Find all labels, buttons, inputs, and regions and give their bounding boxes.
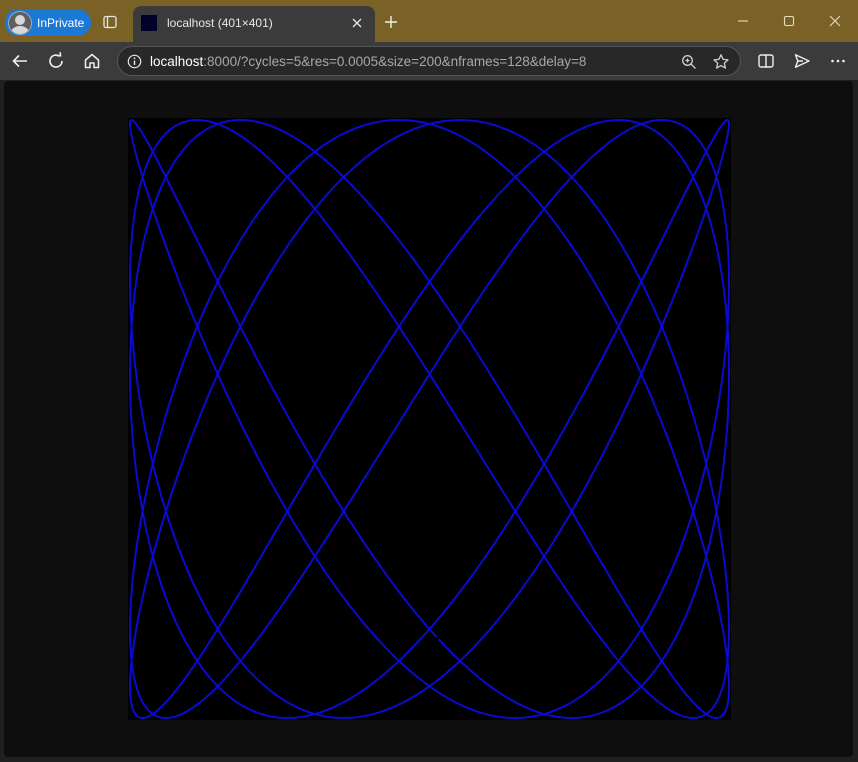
tab-close-icon[interactable] bbox=[349, 15, 365, 31]
inprivate-badge[interactable]: InPrivate bbox=[5, 9, 91, 36]
maximize-icon[interactable] bbox=[778, 10, 800, 32]
lissajous-curve bbox=[129, 119, 730, 719]
inprivate-label: InPrivate bbox=[37, 15, 85, 30]
lissajous-curve-svg bbox=[129, 119, 730, 719]
profile-avatar-icon bbox=[8, 10, 32, 35]
close-icon[interactable] bbox=[824, 10, 846, 32]
minimize-icon[interactable] bbox=[732, 10, 754, 32]
browser-window: InPrivate localhost (401×401) localhost:… bbox=[0, 0, 858, 762]
tab-actions-icon[interactable] bbox=[100, 12, 120, 32]
url-text: localhost:8000/?cycles=5&res=0.0005&size… bbox=[150, 54, 586, 69]
back-arrow-icon[interactable] bbox=[9, 50, 31, 72]
split-screen-icon[interactable] bbox=[755, 50, 777, 72]
url-host: localhost bbox=[150, 54, 204, 69]
tab-title: localhost (401×401) bbox=[167, 16, 273, 30]
tab-favicon bbox=[141, 15, 157, 31]
navigation-toolbar: localhost:8000/?cycles=5&res=0.0005&size… bbox=[0, 42, 858, 80]
lissajous-image bbox=[128, 118, 731, 720]
ellipsis-icon[interactable] bbox=[827, 50, 849, 72]
address-bar[interactable]: localhost:8000/?cycles=5&res=0.0005&size… bbox=[117, 46, 741, 76]
home-icon[interactable] bbox=[81, 50, 103, 72]
refresh-icon[interactable] bbox=[45, 50, 67, 72]
info-icon[interactable] bbox=[126, 53, 142, 69]
active-tab[interactable]: localhost (401×401) bbox=[133, 6, 375, 42]
zoom-icon[interactable] bbox=[680, 53, 698, 71]
url-rest: :8000/?cycles=5&res=0.0005&size=200&nfra… bbox=[203, 54, 587, 69]
plus-icon[interactable] bbox=[381, 12, 401, 32]
title-bar: InPrivate localhost (401×401) bbox=[0, 0, 858, 42]
send-icon[interactable] bbox=[791, 50, 813, 72]
star-icon[interactable] bbox=[711, 52, 731, 72]
